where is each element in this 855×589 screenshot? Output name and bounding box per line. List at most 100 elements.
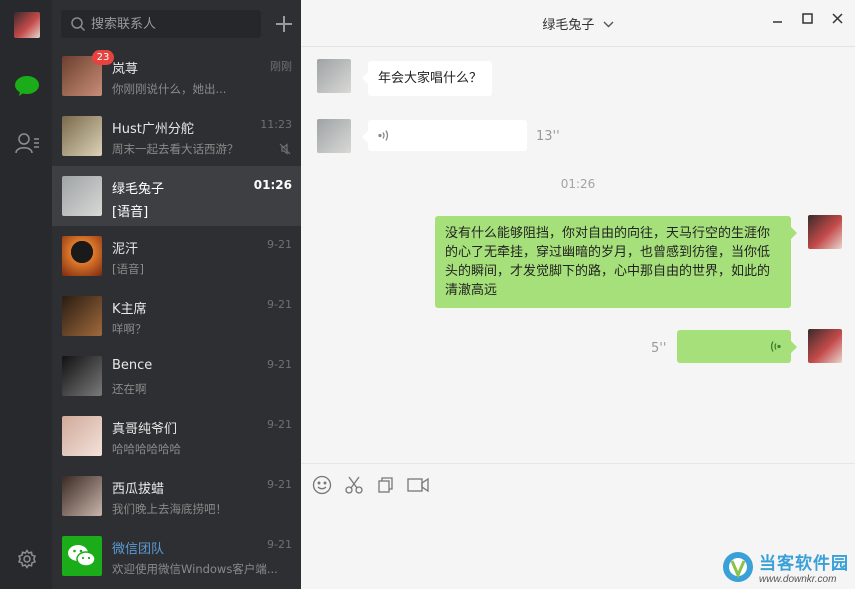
contact-avatar[interactable] xyxy=(317,119,351,153)
conversation-item[interactable]: Bence 9-21 还在啊 xyxy=(52,346,301,406)
my-message-avatar[interactable] xyxy=(808,329,842,363)
conversation-item-active[interactable]: 绿毛兔子 01:26 [语音] xyxy=(52,166,301,226)
last-message-time: 9-21 xyxy=(267,538,292,551)
avatar xyxy=(62,176,102,216)
contact-name: 真哥纯爷们 xyxy=(112,422,178,437)
last-message-preview: 我们晚上去海底捞吧！ xyxy=(112,502,227,516)
contacts-icon xyxy=(15,133,39,154)
contact-name: 岚荨 xyxy=(112,62,139,77)
last-message-time: 9-21 xyxy=(267,418,292,431)
conversation-item[interactable]: Hust广州分舵 11:23 周末一起去看大话西游？ xyxy=(52,106,301,166)
last-message-preview: 你刚刚说什么，她出... xyxy=(112,82,227,96)
video-call-button[interactable] xyxy=(407,474,429,496)
avatar xyxy=(62,476,102,516)
avatar xyxy=(62,236,102,276)
avatar xyxy=(62,296,102,336)
minimize-button[interactable] xyxy=(769,10,785,26)
avatar xyxy=(62,356,102,396)
unread-badge: 23 xyxy=(92,50,114,65)
last-message-preview: 欢迎使用微信Windows客户端... xyxy=(112,562,278,576)
last-message-time: 01:26 xyxy=(253,178,292,192)
voice-duration: 13'' xyxy=(536,129,560,144)
file-copy-icon xyxy=(378,477,393,493)
maximize-icon xyxy=(801,12,813,24)
contacts-tab[interactable] xyxy=(13,129,41,157)
contact-name: 西瓜拔蜡 xyxy=(112,482,165,497)
avatar xyxy=(62,416,102,456)
smiley-icon xyxy=(312,475,332,495)
conversation-item[interactable]: 微信团队 9-21 欢迎使用微信Windows客户端... xyxy=(52,526,301,586)
contact-name: 泥汗 xyxy=(112,242,139,257)
chat-panel: 绿毛兔子 年会大家唱什么？ 13'' 01:26 没有什么能够阻挡，你对自由的向… xyxy=(301,0,855,589)
watermark-site-name: 当客软件园 xyxy=(759,554,849,574)
last-message-preview: [语音] xyxy=(112,262,144,276)
chevron-down-icon xyxy=(603,21,614,28)
wechat-team-avatar xyxy=(62,536,102,576)
screenshot-button[interactable] xyxy=(343,474,365,496)
incoming-text-message[interactable]: 年会大家唱什么？ xyxy=(361,61,493,96)
wechat-logo-icon xyxy=(68,545,96,567)
last-message-preview: 咩啊？ xyxy=(112,322,147,336)
search-input[interactable] xyxy=(91,10,256,38)
last-message-preview: [语音] xyxy=(112,205,149,220)
conversation-item[interactable]: 23 岚荨 刚刚 你刚刚说什么，她出... xyxy=(52,46,301,106)
settings-button[interactable] xyxy=(13,545,41,573)
video-camera-icon xyxy=(407,477,429,493)
site-watermark: 当客软件园 www.downkr.com xyxy=(721,549,849,585)
last-message-time: 9-21 xyxy=(267,298,292,311)
voice-wave-icon xyxy=(378,130,389,141)
last-message-time: 9-21 xyxy=(267,358,292,371)
contact-name: 微信团队 xyxy=(112,542,165,557)
voice-wave-icon xyxy=(770,341,781,352)
search-box[interactable] xyxy=(61,10,261,38)
conversation-list: 23 岚荨 刚刚 你刚刚说什么，她出... Hust广州分舵 11:23 周末一… xyxy=(52,46,301,586)
add-chat-button[interactable] xyxy=(270,10,298,38)
conversation-item[interactable]: K主席 9-21 咩啊？ xyxy=(52,286,301,346)
watermark-url: www.downkr.com xyxy=(759,574,837,585)
last-message-preview: 周末一起去看大话西游？ xyxy=(112,142,239,156)
last-message-preview: 还在啊 xyxy=(112,382,147,396)
chat-tab[interactable] xyxy=(13,72,41,100)
outgoing-voice-message[interactable] xyxy=(677,330,797,363)
emoji-button[interactable] xyxy=(311,474,333,496)
contact-avatar[interactable] xyxy=(317,59,351,93)
nav-rail xyxy=(0,0,52,589)
last-message-time: 9-21 xyxy=(267,478,292,491)
close-icon xyxy=(831,12,843,24)
contact-name: 绿毛兔子 xyxy=(112,182,165,197)
close-button[interactable] xyxy=(829,10,845,26)
contact-name: K主席 xyxy=(112,302,147,317)
conversation-item[interactable]: 西瓜拔蜡 9-21 我们晚上去海底捞吧！ xyxy=(52,466,301,526)
mute-icon xyxy=(279,143,291,155)
conversation-item[interactable]: 真哥纯爷们 9-21 哈哈哈哈哈哈 xyxy=(52,406,301,466)
time-separator: 01:26 xyxy=(560,177,596,191)
search-icon xyxy=(71,17,86,32)
avatar xyxy=(62,116,102,156)
last-message-preview: 哈哈哈哈哈哈 xyxy=(112,442,181,456)
incoming-voice-message[interactable] xyxy=(362,120,527,151)
chat-title: 绿毛兔子 xyxy=(542,18,595,33)
plus-icon xyxy=(276,16,292,32)
contact-name: Hust广州分舵 xyxy=(112,122,194,137)
wechat-window: 23 岚荨 刚刚 你刚刚说什么，她出... Hust广州分舵 11:23 周末一… xyxy=(0,0,855,589)
last-message-time: 刚刚 xyxy=(270,60,292,73)
last-message-time: 9-21 xyxy=(267,238,292,251)
my-avatar[interactable] xyxy=(14,12,40,38)
header-divider xyxy=(301,46,855,47)
gear-icon xyxy=(17,549,37,569)
voice-duration: 5'' xyxy=(651,341,667,356)
conversation-list-panel: 23 岚荨 刚刚 你刚刚说什么，她出... Hust广州分舵 11:23 周末一… xyxy=(52,0,301,589)
maximize-button[interactable] xyxy=(799,10,815,26)
input-divider xyxy=(301,463,855,464)
send-file-button[interactable] xyxy=(375,474,397,496)
watermark-logo-icon xyxy=(723,552,753,582)
scissors-icon xyxy=(345,476,363,494)
outgoing-text-message[interactable]: 没有什么能够阻挡，你对自由的向往，天马行空的生涯你的心了无牵挂，穿过幽暗的岁月，… xyxy=(435,216,797,308)
my-message-avatar[interactable] xyxy=(808,215,842,249)
contact-name: Bence xyxy=(112,358,153,373)
minimize-icon xyxy=(772,20,782,23)
last-message-time: 11:23 xyxy=(260,118,292,131)
chat-bubble-icon xyxy=(15,76,39,96)
input-toolbar xyxy=(311,474,429,496)
conversation-item[interactable]: 泥汗 9-21 [语音] xyxy=(52,226,301,286)
